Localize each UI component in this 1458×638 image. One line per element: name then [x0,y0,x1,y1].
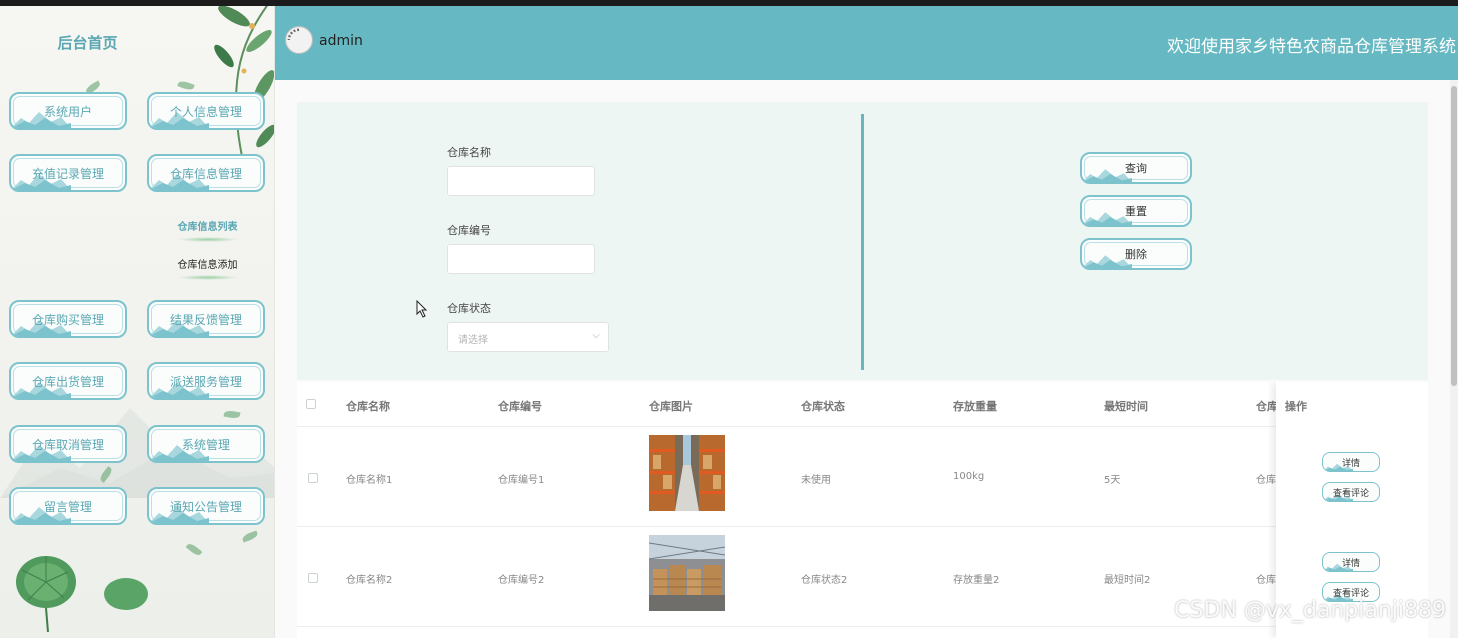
menu-warehouse-cancel[interactable]: 仓库取消管理 [9,425,127,463]
warehouse-code-cell: 仓库编号1 [498,475,545,486]
menu-delivery-service[interactable]: 派送服务管理 [147,362,265,400]
sidebar: 后台首页 系统用户 个人信息管理 充值记录管理 仓库信息管理 仓库信息列表 仓库… [0,6,275,638]
warehouse-status-select[interactable]: 请选择 ⌵ [447,322,609,352]
view-comments-button[interactable]: 查看评论 [1322,482,1380,502]
menu-warehouse-info[interactable]: 仓库信息管理 [147,154,265,192]
menu-warehouse-shipment[interactable]: 仓库出货管理 [9,362,127,400]
warehouse-extra-cell: 仓库 [1256,575,1276,586]
leaf-decoration [241,530,259,543]
warehouse-code-cell: 仓库编号2 [498,575,545,586]
warehouse-image [649,435,725,511]
warehouse-extra-cell: 仓库 [1256,475,1276,486]
username[interactable]: admin [319,33,363,49]
warehouse-code-input[interactable] [447,244,595,274]
column-header: 存放重量 [953,400,997,413]
avatar[interactable] [285,26,313,54]
leaf-decoration [185,541,203,558]
status-placeholder: 请选择 [458,335,488,346]
column-header: 仓库 [1256,400,1278,413]
menu-messages[interactable]: 留言管理 [9,487,127,525]
storage-weight-cell: 存放重量2 [953,575,1000,586]
main-content: 仓库名称 仓库编号 仓库状态 请选择 ⌵ 查询 重置 删除 仓库名称 仓库编号 … [275,80,1458,638]
warehouse-name-input[interactable] [447,166,595,196]
search-panel: 仓库名称 仓库编号 仓库状态 请选择 ⌵ 查询 重置 删除 [297,102,1428,380]
detail-button[interactable]: 详情 [1322,552,1380,572]
chevron-down-icon: ⌵ [592,330,600,341]
welcome-text: 欢迎使用家乡特色农商品仓库管理系统 [1167,37,1456,57]
mouse-cursor-icon [416,300,428,318]
storage-weight-cell: 100kg [953,471,985,482]
top-header: admin 欢迎使用家乡特色农商品仓库管理系统 [275,6,1458,80]
column-header: 仓库状态 [801,400,845,413]
warehouse-image [649,535,725,611]
watermark: CSDN @vx_danpianji889 [1174,598,1446,623]
column-header-actions: 操作 [1285,400,1307,413]
warehouse-status-label: 仓库状态 [447,302,491,315]
lotus-decoration [16,556,148,632]
menu-system-users[interactable]: 系统用户 [9,92,127,130]
detail-button[interactable]: 详情 [1322,452,1380,472]
menu-personal-info[interactable]: 个人信息管理 [147,92,265,130]
warehouse-name-label: 仓库名称 [447,146,491,159]
warehouse-code-label: 仓库编号 [447,224,491,237]
column-header: 仓库名称 [346,400,390,413]
query-button[interactable]: 查询 [1080,152,1192,184]
warehouse-status-cell: 仓库状态2 [801,575,848,586]
row-checkbox[interactable] [308,573,318,583]
sidebar-title[interactable]: 后台首页 [0,32,274,53]
column-header: 仓库编号 [498,400,542,413]
delete-button[interactable]: 删除 [1080,238,1192,270]
select-all-checkbox[interactable] [306,399,316,409]
column-header: 最短时间 [1104,400,1148,413]
menu-result-feedback[interactable]: 结果反馈管理 [147,300,265,338]
panel-divider [861,114,864,370]
warehouse-name-cell: 仓库名称1 [346,475,393,486]
warehouse-status-cell: 未使用 [801,475,831,486]
row-checkbox[interactable] [308,473,318,483]
menu-warehouse-purchase[interactable]: 仓库购买管理 [9,300,127,338]
column-header: 仓库图片 [649,400,693,413]
min-time-cell: 最短时间2 [1104,575,1151,586]
submenu-warehouse-add[interactable]: 仓库信息添加 [160,256,255,280]
scrollbar-thumb[interactable] [1451,86,1457,386]
menu-system-management[interactable]: 系统管理 [147,425,265,463]
menu-recharge-records[interactable]: 充值记录管理 [9,154,127,192]
min-time-cell: 5天 [1104,475,1121,486]
table-row: 仓库名称1 仓库编号1 未使用 100kg 5天 仓库 [297,427,1428,527]
submenu-warehouse-list[interactable]: 仓库信息列表 [160,218,255,242]
menu-announcements[interactable]: 通知公告管理 [147,487,265,525]
warehouse-name-cell: 仓库名称2 [346,575,393,586]
table-header: 仓库名称 仓库编号 仓库图片 仓库状态 存放重量 最短时间 仓库 [297,382,1428,427]
reset-button[interactable]: 重置 [1080,195,1192,227]
